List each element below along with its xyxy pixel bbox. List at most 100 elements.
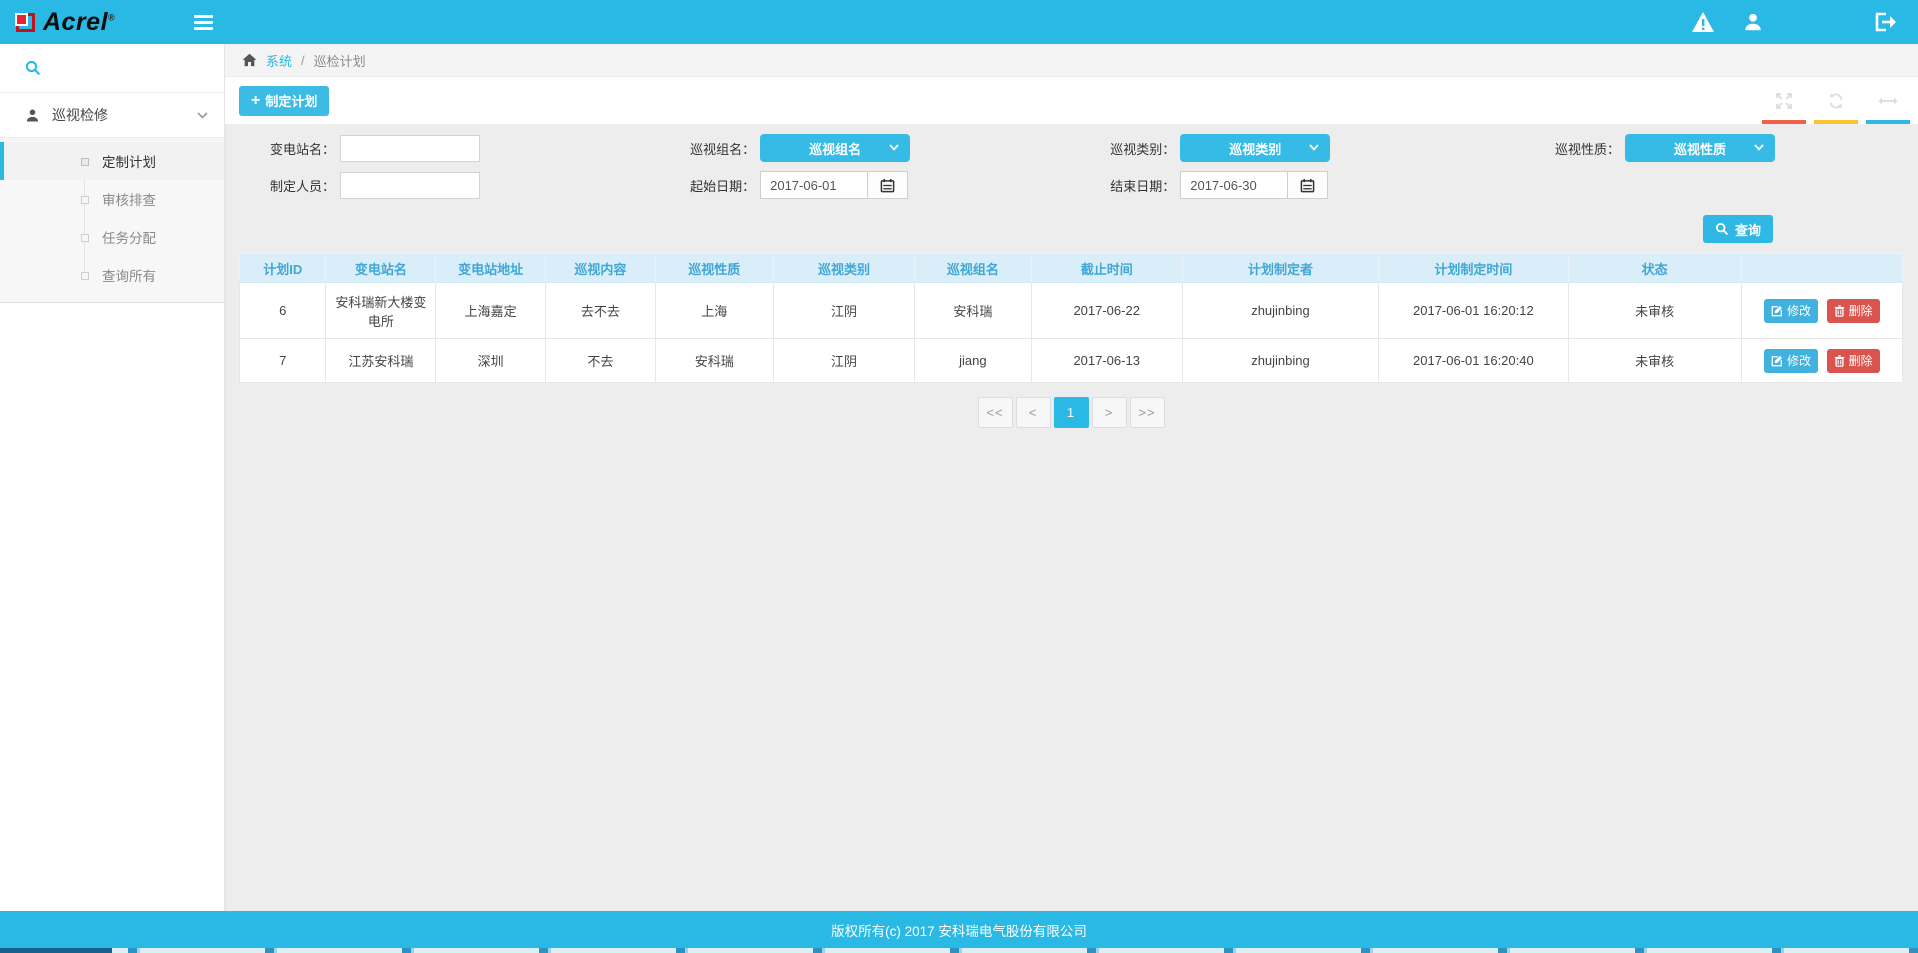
sidebar-item-custom-plan[interactable]: 定制计划 (0, 142, 224, 180)
registered-mark: ® (108, 12, 115, 22)
patrol-nature-value: 巡视性质 (1674, 139, 1726, 158)
station-name-input[interactable] (340, 135, 480, 162)
expand-panel-button[interactable] (1761, 77, 1807, 124)
cell-patrol-group: jiang (915, 339, 1031, 383)
calendar-icon (880, 178, 895, 193)
person-icon (25, 108, 40, 123)
edit-icon (1771, 355, 1783, 367)
col-patrol-nature: 巡视性质 (655, 254, 773, 283)
collapse-panel-button[interactable] (1865, 77, 1911, 124)
end-date-label: 结束日期： (1079, 176, 1175, 195)
page-layout: 巡视检修 定制计划 审核排查 任务分配 查询所有 系统 (0, 44, 1918, 911)
acrel-logo-icon (14, 11, 36, 33)
edit-label: 修改 (1787, 302, 1811, 319)
start-date-picker-button[interactable] (868, 171, 908, 199)
query-button[interactable]: 查询 (1703, 215, 1773, 243)
start-date-group (760, 171, 908, 199)
cell-status: 未审核 (1568, 339, 1741, 383)
panel-box-tools (1758, 77, 1918, 124)
patrol-group-label: 巡视组名： (659, 139, 755, 158)
app-logo[interactable]: Acrel® (0, 0, 180, 44)
cell-creator: zhujinbing (1182, 339, 1378, 383)
expand-icon (1775, 92, 1793, 110)
sidebar-item-label: 查询所有 (102, 265, 156, 285)
taskbar-sliver (0, 948, 1918, 953)
col-plan-id: 计划ID (240, 254, 326, 283)
sidebar-section-inspection[interactable]: 巡视检修 (0, 93, 224, 137)
pagination-prev-button[interactable]: < (1016, 397, 1051, 428)
cell-plan-id: 7 (240, 339, 326, 383)
cell-created-time: 2017-06-01 16:20:12 (1379, 283, 1569, 339)
refresh-panel-button[interactable] (1813, 77, 1859, 124)
cell-actions: 修改 删除 (1741, 339, 1902, 383)
main-area: 系统 / 巡检计划 + 制定计划 (225, 44, 1918, 911)
refresh-icon (1827, 92, 1845, 110)
creator-input[interactable] (340, 172, 480, 199)
panel-toolbar: + 制定计划 (225, 77, 1918, 124)
cell-patrol-content: 不去 (545, 339, 655, 383)
edit-button[interactable]: 修改 (1764, 299, 1818, 323)
warning-icon (1691, 11, 1715, 33)
sign-out-icon (1873, 12, 1897, 32)
patrol-group-value: 巡视组名 (809, 139, 861, 158)
end-date-input[interactable] (1180, 171, 1288, 199)
col-created-time: 计划制定时间 (1379, 254, 1569, 283)
col-patrol-category: 巡视类别 (773, 254, 914, 283)
chevron-down-icon (1754, 144, 1764, 151)
create-plan-label: 制定计划 (265, 91, 317, 110)
cell-creator: zhujinbing (1182, 283, 1378, 339)
col-patrol-group: 巡视组名 (915, 254, 1031, 283)
cell-created-time: 2017-06-01 16:20:40 (1379, 339, 1569, 383)
sidebar-item-label: 审核排查 (102, 189, 156, 209)
col-actions (1741, 254, 1902, 283)
patrol-category-select[interactable]: 巡视类别 (1180, 134, 1330, 162)
delete-button[interactable]: 删除 (1827, 349, 1880, 373)
plus-icon: + (251, 93, 260, 109)
search-icon (25, 60, 41, 76)
sidebar-item-task-assign[interactable]: 任务分配 (0, 218, 224, 256)
logout-button[interactable] (1860, 0, 1910, 44)
table-header-row: 计划ID 变电站名 变电站地址 巡视内容 巡视性质 巡视类别 巡视组名 截止时间… (240, 254, 1903, 283)
sidebar-search[interactable] (0, 44, 224, 93)
edit-icon (1771, 305, 1783, 317)
breadcrumb-home-link[interactable]: 系统 (266, 51, 292, 70)
user-icon (1743, 12, 1763, 32)
pagination-first-button[interactable]: << (978, 397, 1013, 428)
creator-label: 制定人员： (239, 176, 335, 195)
home-icon (242, 53, 257, 67)
create-plan-button[interactable]: + 制定计划 (239, 86, 329, 116)
delete-button[interactable]: 删除 (1827, 299, 1880, 323)
breadcrumb-current: 巡检计划 (314, 51, 366, 70)
alerts-button[interactable] (1678, 0, 1728, 44)
hamburger-icon (194, 15, 213, 18)
sidebar-toggle-button[interactable] (180, 0, 226, 44)
sidebar-item-audit-check[interactable]: 审核排查 (0, 180, 224, 218)
horizontal-arrow-icon (1878, 95, 1898, 107)
cell-station-address: 深圳 (436, 339, 546, 383)
chevron-down-icon (889, 144, 899, 151)
table-row: 6 安科瑞新大楼变电所 上海嘉定 去不去 上海 江阴 安科瑞 2017-06-2… (240, 283, 1903, 339)
patrol-group-select[interactable]: 巡视组名 (760, 134, 910, 162)
table-row: 7 江苏安科瑞 深圳 不去 安科瑞 江阴 jiang 2017-06-13 zh… (240, 339, 1903, 383)
pagination-page-1[interactable]: 1 (1054, 397, 1089, 428)
cell-actions: 修改 删除 (1741, 283, 1902, 339)
start-date-input[interactable] (760, 171, 868, 199)
user-menu-button[interactable] (1728, 0, 1778, 44)
patrol-category-value: 巡视类别 (1229, 139, 1281, 158)
cyan-underline-bar (1866, 120, 1910, 124)
cell-patrol-group: 安科瑞 (915, 283, 1031, 339)
pagination-last-button[interactable]: >> (1130, 397, 1165, 428)
breadcrumb-separator: / (301, 53, 305, 68)
filter-form: 变电站名： 巡视组名： 巡视组名 巡视类别： 巡视类别 (239, 134, 1903, 199)
sidebar-item-query-all[interactable]: 查询所有 (0, 256, 224, 294)
cell-patrol-nature: 上海 (655, 283, 773, 339)
end-date-group (1180, 171, 1328, 199)
col-deadline: 截止时间 (1031, 254, 1182, 283)
pagination-next-button[interactable]: > (1092, 397, 1127, 428)
cell-patrol-content: 去不去 (545, 283, 655, 339)
delete-label: 删除 (1849, 302, 1873, 319)
patrol-nature-select[interactable]: 巡视性质 (1625, 134, 1775, 162)
edit-button[interactable]: 修改 (1764, 349, 1818, 373)
cell-status: 未审核 (1568, 283, 1741, 339)
end-date-picker-button[interactable] (1288, 171, 1328, 199)
